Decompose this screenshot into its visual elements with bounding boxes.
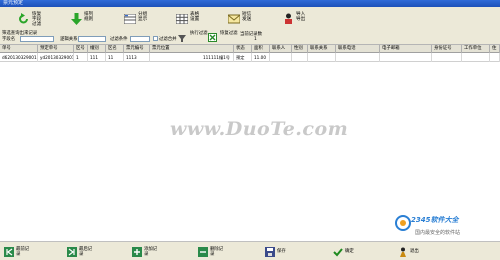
table-cell xyxy=(380,53,432,62)
table-grid-icon xyxy=(176,12,188,26)
restore-filter-button[interactable]: 恢复过滤 xyxy=(220,31,238,36)
send-sms-button[interactable]: 短信 发送 xyxy=(228,10,251,32)
table-cell xyxy=(490,53,500,62)
data-grid: 单号 预定单号 区号 幢别 区名 票元编号 票元位置 状态 面积 联系人 性别 … xyxy=(0,44,500,241)
delete-record-button[interactable]: 删除记录 xyxy=(198,244,223,259)
group-display-button[interactable]: 分组 显示 xyxy=(124,10,147,32)
table-cell: 111 xyxy=(88,53,106,62)
table-cell: 1113 xyxy=(124,53,150,62)
window-title: 票元预定 xyxy=(0,0,500,7)
table-cell xyxy=(292,53,308,62)
table-cell xyxy=(270,53,292,62)
close-x-icon[interactable] xyxy=(208,33,217,42)
button-label: 保存 xyxy=(277,249,286,254)
toolbar-label: 发送 xyxy=(242,17,252,22)
button-label: 录 xyxy=(16,251,21,257)
site-logo: 2345软件大全 国内最安全的软件站 xyxy=(393,213,500,241)
table-settings-button[interactable]: 表格 设置 xyxy=(176,10,199,32)
table-cell xyxy=(462,53,490,62)
column-header[interactable]: 面积 xyxy=(252,45,270,53)
button-label: 确定 xyxy=(345,249,354,254)
last-record-icon xyxy=(67,246,77,257)
column-header[interactable]: 状态 xyxy=(234,45,252,53)
filter-bar: 筛选查询出来记录 字段名 逻辑关系 过滤条件 过滤合并 执行过滤 恢复过滤 当前… xyxy=(0,31,500,44)
import-export-icon xyxy=(282,12,294,26)
checkmark-icon xyxy=(333,247,343,257)
filter-merge-checkbox[interactable] xyxy=(153,36,158,41)
button-label: 录 xyxy=(210,251,215,257)
logo-name: 2345软件大全 xyxy=(411,216,459,224)
column-header[interactable]: 联系人 xyxy=(270,45,292,53)
add-icon xyxy=(132,246,142,257)
toolbar-label: 导出 xyxy=(296,17,306,22)
field-name-select[interactable] xyxy=(20,36,54,42)
field-name-label: 字段名 xyxy=(2,37,16,42)
table-cell xyxy=(308,53,336,62)
table-cell: 111111幢1号 xyxy=(150,53,234,62)
record-count-label: 当前记录数 xyxy=(240,32,262,37)
add-record-button[interactable]: 添加记录 xyxy=(132,244,157,259)
column-header[interactable]: 住 xyxy=(490,45,500,53)
logo-tagline: 国内最安全的软件站 xyxy=(415,230,461,236)
undo-arrow-icon xyxy=(18,12,30,26)
toolbar-label: 规则 xyxy=(84,17,94,22)
confirm-button[interactable]: 确定 xyxy=(333,244,354,259)
run-filter-button[interactable]: 执行过滤 xyxy=(190,31,208,36)
column-header[interactable]: 票元编号 xyxy=(124,45,150,53)
toolbar-label: 过滤 xyxy=(32,22,42,27)
table-header: 单号 预定单号 区号 幢别 区名 票元编号 票元位置 状态 面积 联系人 性别 … xyxy=(0,45,500,53)
delete-icon xyxy=(198,246,208,257)
watermark: www.DuoTe.com xyxy=(170,118,349,140)
bottom-toolbar: 最前记录 最后记录 添加记录 删除记录 保存 确定 退出 xyxy=(0,241,500,260)
sort-rule-button[interactable]: 排列 规则 xyxy=(70,10,93,32)
table-row[interactable]: d620130329001 yd20130329001 1 111 11 111… xyxy=(0,53,500,62)
table-cell: yd20130329001 xyxy=(40,53,74,62)
table-cell: 11.00 xyxy=(252,53,270,62)
column-header[interactable]: 联系关系 xyxy=(308,45,336,53)
exit-person-icon xyxy=(398,247,408,257)
exit-button[interactable]: 退出 xyxy=(398,244,419,259)
column-header[interactable]: 单号 xyxy=(0,45,38,53)
column-header[interactable]: 电子邮箱 xyxy=(380,45,432,53)
restore-field-filter-button[interactable]: 恢复 字段 过滤 xyxy=(18,10,41,32)
save-button[interactable]: 保存 xyxy=(265,244,286,259)
column-header[interactable]: 联系电话 xyxy=(336,45,380,53)
toolbar: 恢复 字段 过滤 排列 规则 分组 显示 表格 设置 短信 发送 导入 导出 xyxy=(0,7,500,33)
toolbar-label: 设置 xyxy=(190,17,200,22)
table-cell: d620130329001 xyxy=(2,53,38,62)
first-record-button[interactable]: 最前记录 xyxy=(4,244,29,259)
table-cell: 11 xyxy=(106,53,124,62)
table-cell xyxy=(336,53,380,62)
save-disk-icon xyxy=(265,246,275,257)
down-arrow-icon xyxy=(70,12,82,26)
logo-circle-icon xyxy=(395,215,411,231)
record-count-value: 1 xyxy=(254,37,257,42)
last-record-button[interactable]: 最后记录 xyxy=(67,244,92,259)
column-header[interactable]: 工作单位 xyxy=(462,45,490,53)
toolbar-label: 显示 xyxy=(138,17,148,22)
column-header[interactable]: 预定单号 xyxy=(38,45,74,53)
condition-label: 过滤条件 xyxy=(110,37,128,42)
logic-label: 逻辑关系 xyxy=(60,37,78,42)
filter-merge-label: 过滤合并 xyxy=(159,37,177,42)
table-cell: 1 xyxy=(74,53,88,62)
column-header[interactable]: 幢别 xyxy=(88,45,106,53)
table-cell xyxy=(432,53,462,62)
logic-select[interactable] xyxy=(78,36,106,42)
column-header[interactable]: 性别 xyxy=(292,45,308,53)
sms-envelope-icon xyxy=(228,12,240,26)
run-filter-icon[interactable] xyxy=(178,35,186,42)
column-header[interactable]: 票元位置 xyxy=(150,45,234,53)
button-label: 录 xyxy=(79,251,84,257)
table-cell: 预定 xyxy=(234,53,252,62)
condition-input[interactable] xyxy=(130,36,150,42)
import-export-button[interactable]: 导入 导出 xyxy=(282,10,305,32)
group-list-icon xyxy=(124,12,136,26)
first-record-icon xyxy=(4,246,14,257)
column-header[interactable]: 区名 xyxy=(106,45,124,53)
button-label: 录 xyxy=(144,251,149,257)
button-label: 退出 xyxy=(410,249,419,254)
column-header[interactable]: 身份证号 xyxy=(432,45,462,53)
column-header[interactable]: 区号 xyxy=(74,45,88,53)
